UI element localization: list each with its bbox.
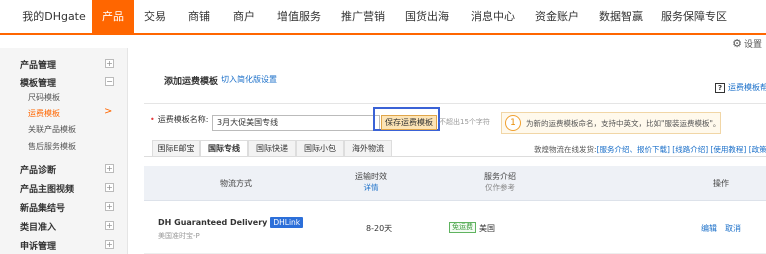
tab-e-ems[interactable]: 国际E邮宝 — [152, 140, 200, 157]
page-title: 添加运费模板 — [164, 77, 219, 87]
col-method: 物流方式 — [220, 179, 252, 188]
expand-icon[interactable]: + — [105, 240, 114, 249]
nav-marketing[interactable]: 推广营销 — [336, 0, 390, 33]
tab-dedicated-line[interactable]: 国际专线 — [200, 140, 248, 157]
col-time: 运输时效 详情 — [346, 171, 396, 193]
tip-box: 1 为新的运费模板命名，支持中英文，比如"服装运费模板"。 — [501, 112, 721, 134]
nav-value-added[interactable]: 增值服务 — [272, 0, 326, 33]
char-limit-hint: 不超出15个字符 — [439, 118, 490, 126]
top-nav: 我的DHgate 产品 交易 商铺 商户 增值服务 推广营销 国货出海 消息中心… — [0, 0, 766, 35]
step-number: 1 — [505, 115, 521, 131]
table-header: 物流方式 运输时效 详情 服务介绍 仅作参考 操作 — [144, 166, 766, 201]
cancel-link[interactable]: 取消 — [725, 223, 741, 234]
help-icon: ? — [715, 83, 725, 93]
required-icon: • — [150, 115, 155, 124]
nav-my-dhgate[interactable]: 我的DHgate — [14, 0, 94, 33]
save-template-button[interactable]: 保存运费模板 — [381, 115, 437, 130]
free-shipping-badge: 免运费 — [449, 222, 476, 233]
nav-export[interactable]: 国货出海 — [400, 0, 454, 33]
time-detail-link[interactable]: 详情 — [346, 182, 396, 193]
nav-service[interactable]: 服务保障专区 — [656, 0, 732, 33]
template-name-input[interactable]: 3月大促美国专线 — [212, 115, 380, 131]
help-link-label: 运费模板帮 — [728, 83, 766, 92]
tab-express[interactable]: 国际快递 — [248, 140, 296, 157]
edit-link[interactable]: 编辑 — [701, 223, 717, 234]
tabs-divider — [144, 156, 766, 157]
col-service: 服务介绍 仅作参考 — [484, 172, 516, 192]
help-link[interactable]: ? 运费模板帮 — [715, 82, 766, 93]
table-row: DH Guaranteed Delivery DHLink 美国准时宝-P 8-2… — [144, 201, 766, 254]
sidebar: 产品管理 + 模板管理 − 尺码模板 运费模板 > 关联产品模板 售后服务模板 … — [0, 48, 128, 254]
logistics-links[interactable]: 敦煌物流在线发货:[服务介绍、报价下载] [线路介绍] [使用教程] [政策支持… — [534, 144, 766, 155]
tip-text: 为新的运费模板命名，支持中英文，比如"服装运费模板"。 — [526, 119, 721, 128]
nav-funds[interactable]: 资金账户 — [530, 0, 584, 33]
template-name-label: • 运费模板名称: — [150, 115, 209, 124]
method-sub: 美国准时宝-P — [158, 232, 200, 240]
expand-icon[interactable]: + — [105, 202, 114, 211]
nav-trade[interactable]: 交易 — [139, 0, 171, 33]
nav-merchant[interactable]: 商户 — [227, 0, 261, 33]
expand-icon[interactable]: + — [105, 183, 114, 192]
tab-small-packet[interactable]: 国际小包 — [296, 140, 344, 157]
tab-overseas[interactable]: 海外物流 — [344, 140, 392, 157]
expand-icon[interactable]: + — [105, 59, 114, 68]
nav-store[interactable]: 商铺 — [182, 0, 216, 33]
chevron-right-icon: > — [104, 106, 113, 117]
delivery-days: 8-20天 — [366, 224, 393, 233]
nav-data[interactable]: 数据智赢 — [594, 0, 648, 33]
collapse-icon[interactable]: − — [105, 77, 114, 86]
simplified-settings-link[interactable]: 切入简化版设置 — [221, 74, 277, 85]
main-content: 添加运费模板 切入简化版设置 ? 运费模板帮 • 运费模板名称: 3月大促美国专线 … — [140, 48, 766, 254]
expand-icon[interactable]: + — [105, 164, 114, 173]
col-ops: 操作 — [713, 179, 729, 188]
dhlink-badge: DHLink — [270, 217, 304, 228]
expand-icon[interactable]: + — [105, 221, 114, 230]
destination: 美国 — [479, 224, 495, 233]
divider — [144, 103, 766, 104]
method-name: DH Guaranteed Delivery DHLink — [158, 217, 304, 228]
nav-products[interactable]: 产品 — [92, 0, 134, 33]
nav-messages[interactable]: 消息中心 — [466, 0, 520, 33]
